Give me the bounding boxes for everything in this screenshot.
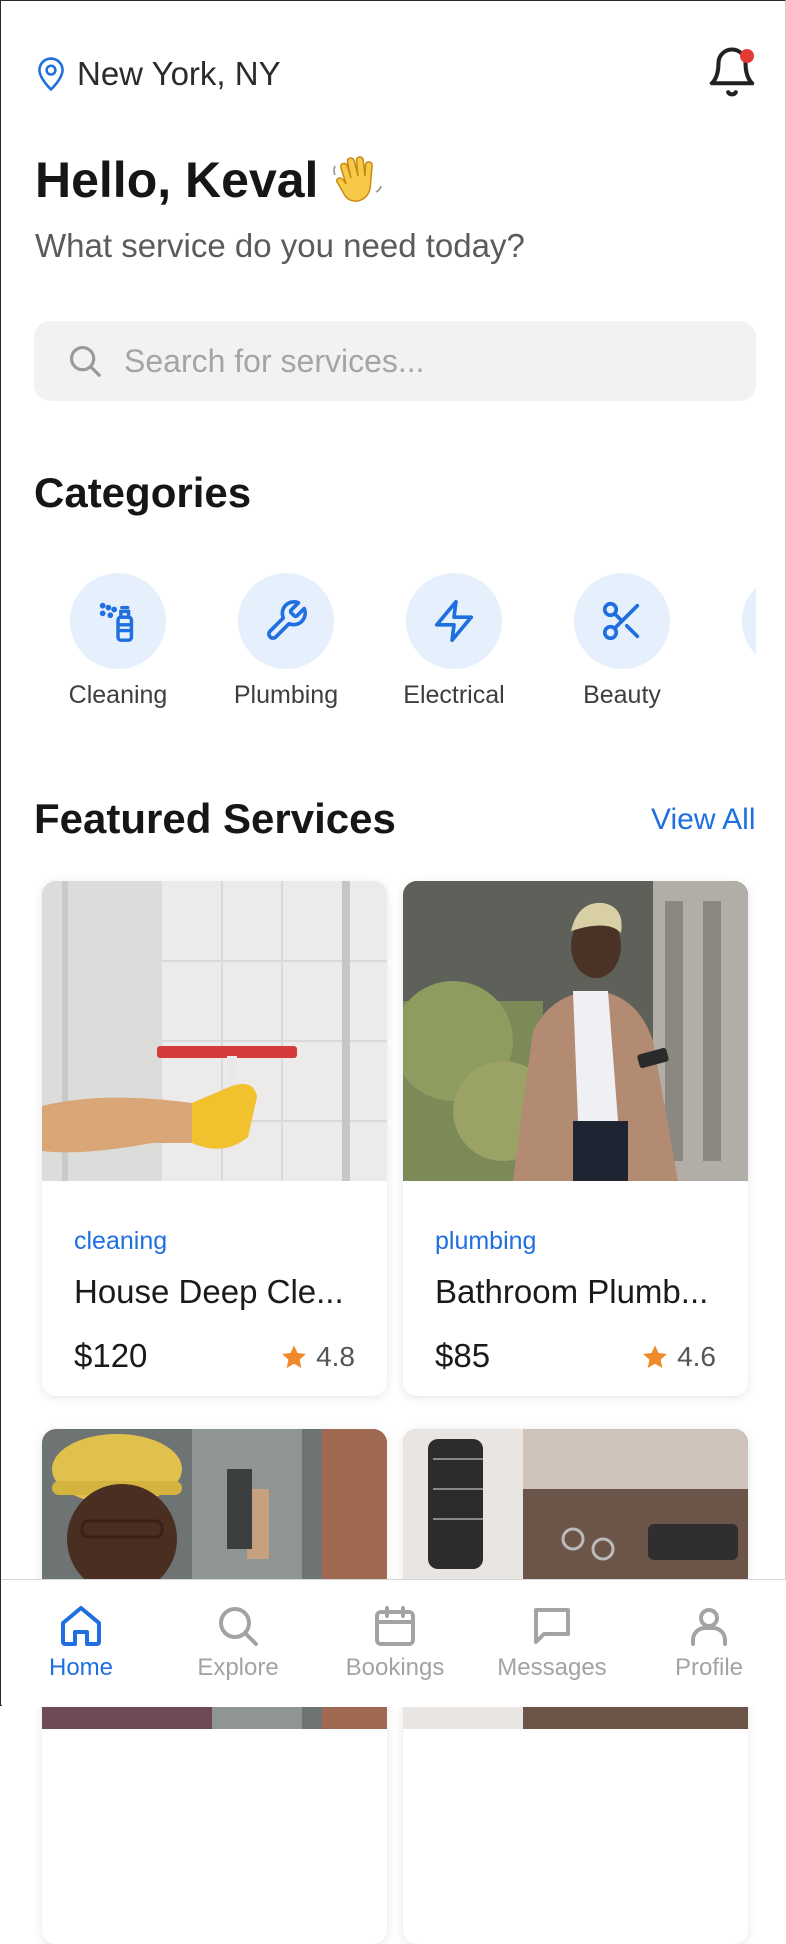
- card-title: House Deep Cle...: [74, 1273, 344, 1310]
- subtitle: What service do you need today?: [35, 227, 525, 264]
- scissors-icon: [602, 601, 640, 641]
- nav-profile[interactable]: Profile: [634, 1602, 784, 1682]
- nav-label: Bookings: [345, 1654, 445, 1681]
- nav-label: Messages: [497, 1654, 607, 1681]
- category-cleaning[interactable]: Cleaning: [48, 573, 188, 710]
- nav-label: Profile: [674, 1654, 744, 1681]
- category-beauty[interactable]: Beauty: [552, 573, 692, 710]
- star-icon: [643, 1345, 667, 1368]
- location-selector[interactable]: New York, NY: [35, 55, 281, 93]
- card-category: plumbing: [435, 1227, 537, 1255]
- nav-messages[interactable]: Messages: [477, 1602, 627, 1682]
- category-label: Beauty: [583, 681, 661, 709]
- location-pin-icon: [38, 57, 64, 92]
- category-more[interactable]: [720, 573, 756, 669]
- category-label: Cleaning: [68, 681, 168, 709]
- rating-value: 4.6: [677, 1341, 716, 1372]
- location-label: New York, NY: [77, 55, 281, 92]
- search-icon: [219, 1607, 258, 1646]
- categories-heading: Categories: [34, 469, 252, 516]
- spray-bottle-icon: [99, 602, 134, 642]
- categories-scroller[interactable]: Cleaning Plumbing Electrical Beauty: [1, 573, 756, 713]
- category-label: Plumbing: [233, 681, 339, 709]
- category-icon-circle: [238, 573, 334, 669]
- rating-value: 4.8: [316, 1341, 355, 1372]
- search-input[interactable]: [122, 341, 706, 381]
- home-icon: [61, 1606, 101, 1646]
- calendar-icon: [375, 1606, 415, 1646]
- search-bar[interactable]: [34, 321, 756, 401]
- category-icon-circle: [70, 573, 166, 669]
- user-icon: [691, 1608, 727, 1646]
- plumbing-photo: [403, 881, 748, 1181]
- greeting-text: Hello, Keval: [35, 152, 319, 208]
- category-plumbing[interactable]: Plumbing: [216, 573, 356, 710]
- card-category: cleaning: [74, 1227, 168, 1255]
- category-icon-circle: [406, 573, 502, 669]
- lightning-icon: [434, 600, 474, 642]
- cleaning-photo: [42, 881, 387, 1181]
- card-rating: 4.8: [280, 1341, 355, 1373]
- category-icon-circle: [574, 573, 670, 669]
- bottom-nav: Home Explore Bookings Messages Profile: [2, 1579, 786, 1707]
- app-frame: New York, NY Hello, Keval What service d…: [0, 0, 786, 1944]
- service-card[interactable]: cleaning House Deep Cle... $120 4.8: [42, 881, 387, 1396]
- waving-hand-icon: [333, 156, 383, 202]
- card-price: $120: [74, 1337, 148, 1374]
- featured-heading: Featured Services: [34, 795, 396, 842]
- star-icon: [282, 1345, 306, 1368]
- category-electrical[interactable]: Electrical: [384, 573, 524, 710]
- category-icon-circle: [742, 573, 756, 669]
- card-rating: 4.6: [641, 1341, 716, 1373]
- search-icon: [69, 345, 101, 377]
- service-card[interactable]: plumbing Bathroom Plumb... $85 4.6: [403, 881, 748, 1396]
- card-title: Bathroom Plumb...: [435, 1273, 709, 1310]
- chat-icon: [534, 1608, 570, 1644]
- greeting: Hello, Keval: [35, 151, 384, 209]
- view-all-link[interactable]: View All: [651, 803, 756, 837]
- wrench-icon: [267, 600, 307, 640]
- nav-label: Explore: [197, 1654, 279, 1681]
- nav-label: Home: [48, 1654, 114, 1681]
- notification-dot: [740, 49, 754, 63]
- nav-home[interactable]: Home: [6, 1602, 156, 1682]
- nav-bookings[interactable]: Bookings: [320, 1602, 470, 1682]
- category-label: Electrical: [403, 681, 505, 709]
- nav-explore[interactable]: Explore: [163, 1602, 313, 1682]
- card-price: $85: [435, 1337, 491, 1374]
